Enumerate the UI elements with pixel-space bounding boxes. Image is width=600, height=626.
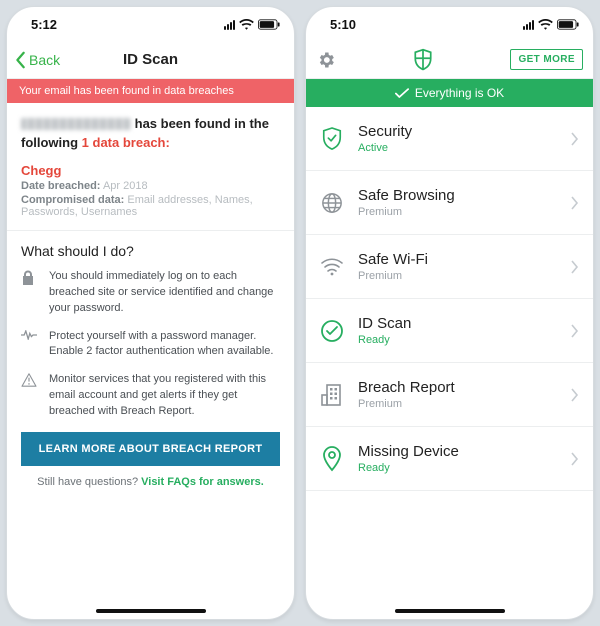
wifi-icon bbox=[538, 19, 553, 30]
content: has been found in the following 1 data b… bbox=[7, 103, 294, 488]
row-title: ID Scan bbox=[358, 315, 557, 332]
row-status: Premium bbox=[358, 398, 557, 410]
list-row-missing-device[interactable]: Missing Device Ready bbox=[306, 427, 593, 491]
pulse-icon bbox=[21, 329, 37, 361]
row-title: Breach Report bbox=[358, 379, 557, 396]
ok-text: Everything is OK bbox=[415, 86, 504, 100]
nav-bar: GET MORE bbox=[306, 41, 593, 79]
status-time: 5:10 bbox=[330, 17, 356, 32]
faq-line: Still have questions? Visit FAQs for ans… bbox=[21, 476, 280, 488]
shield-icon bbox=[412, 48, 434, 72]
row-status: Ready bbox=[358, 462, 557, 474]
back-label: Back bbox=[29, 52, 60, 68]
breach-compromised-label: Compromised data: bbox=[21, 194, 124, 206]
list-row-id-scan[interactable]: ID Scan Ready bbox=[306, 299, 593, 363]
shield-outline-icon bbox=[320, 126, 344, 152]
tip-row: Monitor services that you registered wit… bbox=[21, 372, 280, 420]
row-status: Active bbox=[358, 142, 557, 154]
app-logo bbox=[412, 48, 434, 72]
status-icons bbox=[523, 19, 579, 30]
status-icons bbox=[224, 19, 280, 30]
chevron-right-icon bbox=[571, 196, 579, 210]
tip-text: Monitor services that you registered wit… bbox=[49, 372, 280, 420]
row-title: Missing Device bbox=[358, 443, 557, 460]
building-icon bbox=[320, 383, 344, 407]
check-circle-icon bbox=[320, 319, 344, 343]
tip-row: You should immediately log on to each br… bbox=[21, 269, 280, 317]
warning-icon bbox=[21, 372, 37, 420]
list-row-security[interactable]: Security Active bbox=[306, 107, 593, 171]
chevron-left-icon bbox=[15, 51, 27, 69]
list-row-breach-report[interactable]: Breach Report Premium bbox=[306, 363, 593, 427]
settings-button[interactable] bbox=[316, 50, 336, 70]
wifi-icon bbox=[239, 19, 254, 30]
feature-list: Security Active Safe Browsing Premium Sa… bbox=[306, 107, 593, 491]
list-row-safe-wifi[interactable]: Safe Wi-Fi Premium bbox=[306, 235, 593, 299]
row-title: Safe Browsing bbox=[358, 187, 557, 204]
status-time: 5:12 bbox=[31, 17, 57, 32]
row-status: Ready bbox=[358, 334, 557, 346]
breach-date-row: Date breached: Apr 2018 bbox=[21, 180, 280, 192]
breach-count: 1 data breach: bbox=[82, 135, 170, 150]
row-status: Premium bbox=[358, 206, 557, 218]
status-bar: 5:10 bbox=[306, 7, 593, 41]
home-indicator[interactable] bbox=[96, 609, 206, 613]
status-ok-banner: Everything is OK bbox=[306, 79, 593, 107]
chevron-right-icon bbox=[571, 324, 579, 338]
tip-text: Protect yourself with a password manager… bbox=[49, 329, 280, 361]
chevron-right-icon bbox=[571, 452, 579, 466]
divider bbox=[7, 230, 294, 231]
signal-icon bbox=[523, 19, 534, 30]
check-icon bbox=[395, 88, 409, 99]
nav-bar: Back ID Scan bbox=[7, 41, 294, 79]
breach-date-label: Date breached: bbox=[21, 180, 100, 192]
location-pin-icon bbox=[320, 446, 344, 472]
redacted-email bbox=[21, 118, 131, 130]
phone-dashboard: 5:10 GET MORE Everything is OK Security … bbox=[305, 6, 594, 620]
nav-title: ID Scan bbox=[123, 51, 178, 68]
signal-icon bbox=[224, 19, 235, 30]
battery-icon bbox=[258, 19, 280, 30]
alert-banner: Your email has been found in data breach… bbox=[7, 79, 294, 103]
row-status: Premium bbox=[358, 270, 557, 282]
lock-icon bbox=[21, 269, 37, 317]
tip-text: You should immediately log on to each br… bbox=[49, 269, 280, 317]
breach-name: Chegg bbox=[21, 163, 280, 178]
phone-idscan: 5:12 Back ID Scan Your email has been fo… bbox=[6, 6, 295, 620]
breach-compromised-row: Compromised data: Email addresses, Names… bbox=[21, 194, 280, 218]
wifi-icon bbox=[320, 258, 344, 276]
list-row-safe-browsing[interactable]: Safe Browsing Premium bbox=[306, 171, 593, 235]
gear-icon bbox=[316, 50, 336, 70]
breach-found-message: has been found in the following 1 data b… bbox=[21, 115, 280, 153]
chevron-right-icon bbox=[571, 132, 579, 146]
status-bar: 5:12 bbox=[7, 7, 294, 41]
row-title: Safe Wi-Fi bbox=[358, 251, 557, 268]
breach-date-value: Apr 2018 bbox=[103, 180, 148, 192]
tip-row: Protect yourself with a password manager… bbox=[21, 329, 280, 361]
chevron-right-icon bbox=[571, 260, 579, 274]
faq-link[interactable]: Visit FAQs for answers. bbox=[141, 476, 264, 488]
home-indicator[interactable] bbox=[395, 609, 505, 613]
back-button[interactable]: Back bbox=[15, 41, 60, 78]
what-should-i-do-title: What should I do? bbox=[21, 243, 280, 259]
get-more-button[interactable]: GET MORE bbox=[510, 49, 583, 70]
battery-icon bbox=[557, 19, 579, 30]
row-title: Security bbox=[358, 123, 557, 140]
faq-prefix: Still have questions? bbox=[37, 476, 141, 488]
chevron-right-icon bbox=[571, 388, 579, 402]
learn-more-button[interactable]: LEARN MORE ABOUT BREACH REPORT bbox=[21, 432, 280, 466]
globe-icon bbox=[320, 192, 344, 214]
